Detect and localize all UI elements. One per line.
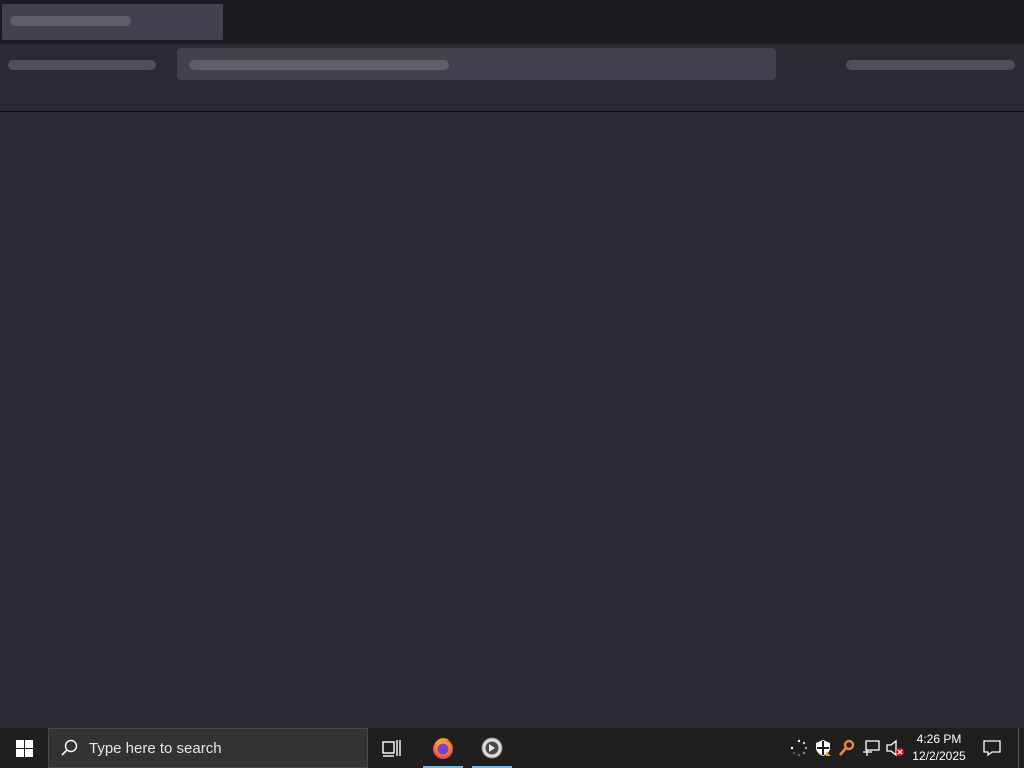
- taskbar-app-button[interactable]: [472, 728, 512, 768]
- browser-tab[interactable]: [2, 4, 223, 40]
- app-icon: [481, 737, 503, 759]
- page-content-area: [0, 113, 1024, 728]
- notification-icon: [983, 740, 1001, 757]
- browser-tab-strip: [0, 0, 1024, 44]
- security-shield-icon[interactable]: [813, 738, 833, 758]
- clock-date: 12/2/2025: [912, 749, 966, 763]
- loading-icon[interactable]: [789, 738, 809, 758]
- task-view-button[interactable]: [372, 728, 412, 768]
- key-icon[interactable]: [837, 738, 857, 758]
- browser-toolbar: [0, 44, 1024, 112]
- search-icon: [49, 729, 89, 767]
- tab-title-placeholder: [10, 16, 131, 26]
- network-icon[interactable]: [861, 738, 881, 758]
- taskbar: Type here to search 4:26 PM 12/2/2025: [0, 728, 1024, 768]
- volume-muted-icon[interactable]: [885, 738, 905, 758]
- taskbar-firefox-button[interactable]: [423, 728, 463, 768]
- task-view-icon: [382, 740, 401, 757]
- windows-logo-icon: [15, 739, 33, 757]
- address-placeholder: [189, 60, 449, 70]
- firefox-icon: [433, 738, 453, 759]
- search-placeholder-text: Type here to search: [89, 739, 222, 757]
- start-button[interactable]: [0, 728, 48, 768]
- taskbar-clock[interactable]: 4:26 PM 12/2/2025: [906, 728, 972, 768]
- address-bar[interactable]: [177, 48, 776, 80]
- toolbar-left-placeholder: [8, 60, 156, 70]
- toolbar-right-placeholder: [846, 60, 1015, 70]
- clock-time: 4:26 PM: [916, 732, 962, 746]
- show-desktop-button[interactable]: [1018, 728, 1024, 768]
- taskbar-search-box[interactable]: Type here to search: [48, 728, 368, 768]
- action-center-button[interactable]: [976, 728, 1008, 768]
